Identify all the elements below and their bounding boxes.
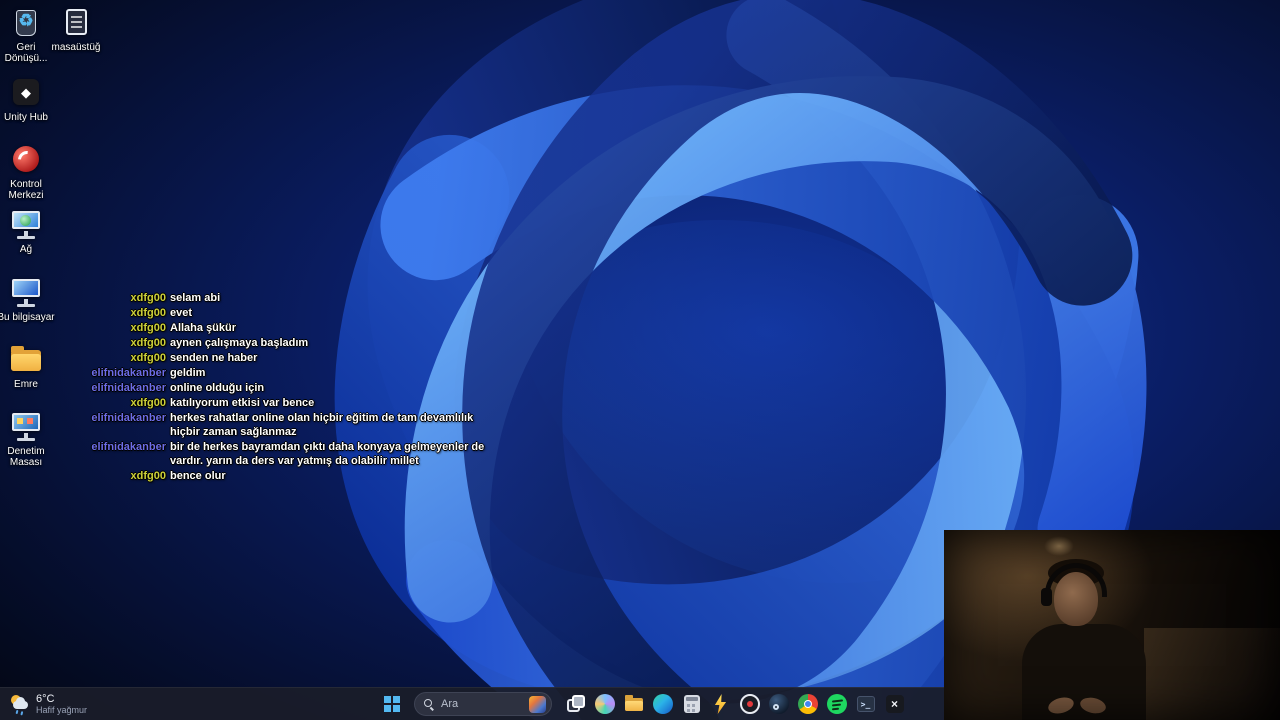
control-panel-icon [8, 410, 44, 444]
desktop: ♻ Geri Dönüşü... masaüstüğ ◆ Unity Hub Kontro… [0, 0, 1280, 720]
chat-username: elifnidakanber [91, 382, 166, 394]
start-button[interactable] [376, 690, 408, 718]
webcam-person-face [1054, 572, 1098, 626]
chat-message-text: senden ne haber [170, 352, 258, 364]
chat-username: xdfg00 [130, 352, 166, 364]
spotify-icon[interactable] [823, 690, 851, 718]
desktop-icon-document[interactable]: masaüstüğ [46, 6, 106, 53]
chat-message-text: online olduğu için [170, 382, 265, 394]
webcam-overlay [944, 530, 1280, 720]
chat-username: elifnidakanber [91, 412, 166, 424]
copilot-icon[interactable] [591, 690, 619, 718]
chat-message-text: bir de herkes bayramdan çıktı daha konya… [170, 441, 485, 467]
weather-rain-icon [10, 694, 30, 715]
file-explorer-icon[interactable] [620, 690, 648, 718]
webcam-background-wall [944, 530, 1154, 663]
webcam-person [1014, 558, 1154, 720]
obs-icon[interactable] [736, 690, 764, 718]
chat-message: elifnidakanber geldim [86, 366, 490, 380]
chat-message: elifnidakanber herkes rahatlar online ola… [86, 411, 490, 439]
task-view-icon[interactable] [562, 690, 590, 718]
desktop-icon-this-pc[interactable]: Bu bilgisayar [0, 276, 56, 323]
desktop-icon-label: Ağ [19, 244, 33, 255]
control-center-icon [8, 143, 44, 177]
chat-username: elifnidakanber [91, 367, 166, 379]
headphones-band [1045, 563, 1107, 597]
desktop-icon-label: Unity Hub [4, 112, 48, 123]
desktop-icon-label: Kontrol Merkezi [8, 179, 44, 201]
desktop-icon-control-panel[interactable]: Denetim Masası [0, 410, 56, 468]
document-icon [58, 6, 94, 40]
weather-text: 6°C Hafif yağmur [36, 693, 87, 715]
chat-username: xdfg00 [130, 470, 166, 482]
network-icon [8, 208, 44, 242]
webcam-person-hair [1048, 559, 1104, 587]
webcam-person-hand [1078, 695, 1108, 716]
chat-message-text: Allaha şükür [170, 322, 237, 334]
chat-message-text: herkes rahatlar online olan hiçbir eğiti… [170, 412, 474, 438]
taskbar-app-icons: >_ × [561, 690, 909, 718]
chat-message: xdfg00 bence olur [86, 469, 490, 483]
folder-icon [8, 343, 44, 377]
chat-username: xdfg00 [130, 292, 166, 304]
weather-condition: Hafif yağmur [36, 705, 88, 715]
chat-username: xdfg00 [130, 337, 166, 349]
desktop-icon-control-center[interactable]: Kontrol Merkezi [0, 143, 56, 201]
desktop-icon-folder[interactable]: Emre [0, 343, 56, 390]
chat-message-text: katılıyorum etkisi var bence [170, 397, 315, 409]
chat-message-text: selam abi [170, 292, 221, 304]
chat-message: elifnidakanber online olduğu için [86, 381, 490, 395]
chrome-icon[interactable] [794, 690, 822, 718]
desktop-icon-unity-hub[interactable]: ◆ Unity Hub [0, 76, 56, 123]
lightning-icon[interactable] [707, 690, 735, 718]
chat-message: xdfg00 senden ne haber [86, 351, 490, 365]
steam-icon[interactable] [765, 690, 793, 718]
calculator-icon[interactable] [678, 690, 706, 718]
chat-message-text: geldim [170, 367, 206, 379]
weather-widget[interactable]: 6°C Hafif yağmur [0, 688, 97, 720]
chat-message: xdfg00 katılıyorum etkisi var bence [86, 396, 490, 410]
terminal-icon[interactable]: >_ [852, 690, 880, 718]
chat-username: xdfg00 [130, 307, 166, 319]
desktop-icon-label: masaüstüğ [51, 42, 101, 53]
search-icon [424, 698, 435, 710]
webcam-lamp-glow [1044, 536, 1074, 556]
weather-temperature: 6°C [36, 693, 55, 705]
search-box[interactable]: Ara [414, 692, 552, 716]
chat-message-text: evet [170, 307, 193, 319]
chat-message: xdfg00 selam abi [86, 291, 490, 305]
chat-username: xdfg00 [130, 397, 166, 409]
taskbar-center: Ara >_ × [376, 688, 909, 720]
headphones-earcup [1041, 588, 1052, 606]
xbox-icon[interactable]: × [881, 690, 909, 718]
windows-logo-icon [384, 696, 400, 712]
chat-username: xdfg00 [130, 322, 166, 334]
this-pc-icon [8, 276, 44, 310]
webcam-person-hand [1046, 694, 1076, 717]
desktop-icon-label: Emre [14, 379, 38, 390]
webcam-person-torso [1022, 624, 1146, 720]
desktop-icon-network[interactable]: Ağ [0, 208, 56, 255]
chat-message: xdfg00 Allaha şükür [86, 321, 490, 335]
chat-message: xdfg00 evet [86, 306, 490, 320]
chat-message: xdfg00 aynen çalışmaya başladım [86, 336, 490, 350]
edge-icon[interactable] [649, 690, 677, 718]
recycle-bin-icon: ♻ [8, 6, 44, 40]
chat-overlay: xdfg00 selam abi xdfg00 evet xdfg00 Allaha şü… [86, 291, 490, 484]
desktop-icon-label: Denetim Masası [7, 446, 45, 468]
unity-hub-icon: ◆ [8, 76, 44, 110]
chat-message-text: bence olur [170, 470, 226, 482]
chat-message-text: aynen çalışmaya başladım [170, 337, 309, 349]
chat-username: elifnidakanber [91, 441, 166, 453]
webcam-bedding [1144, 628, 1280, 720]
search-placeholder: Ara [441, 698, 459, 710]
search-daily-image-icon[interactable] [529, 695, 546, 713]
chat-message: elifnidakanber bir de herkes bayramdan çı… [86, 440, 490, 468]
desktop-icon-label: Bu bilgisayar [0, 312, 55, 323]
